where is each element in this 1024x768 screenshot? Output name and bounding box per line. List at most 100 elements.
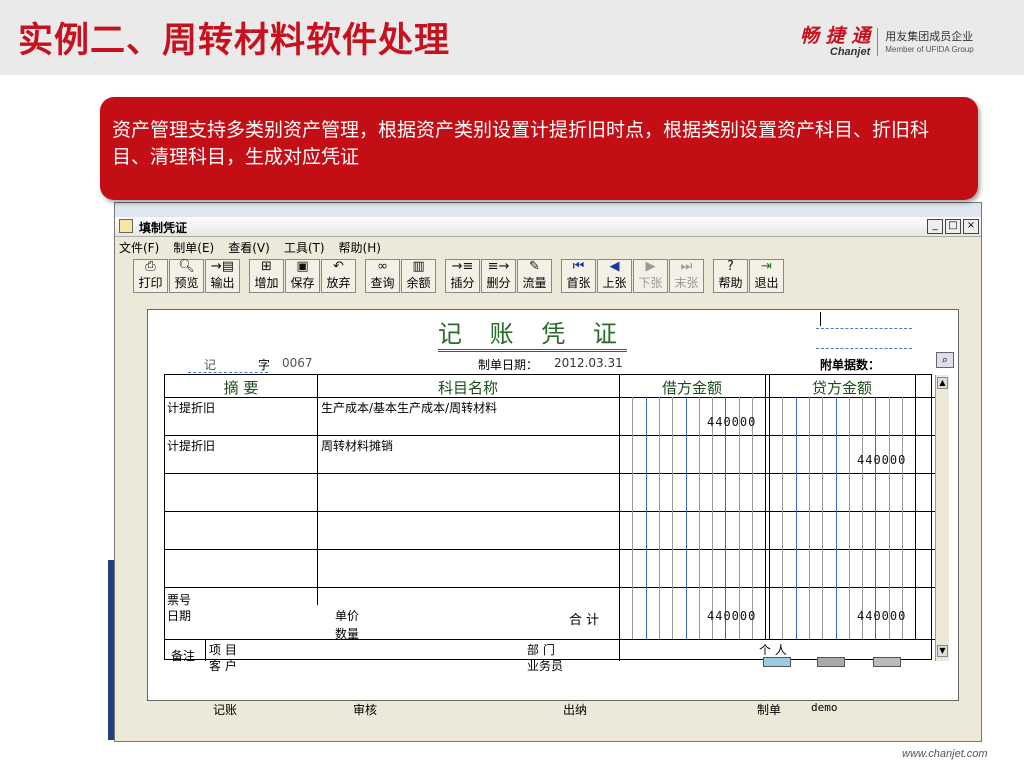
close-button[interactable]: × <box>963 219 979 234</box>
attach-label: 附单据数： <box>820 358 881 372</box>
logo-divider <box>877 28 879 56</box>
digit-line <box>645 397 647 639</box>
row1-debit[interactable]: 440000 <box>707 415 756 429</box>
next-record-icon: ▶ <box>645 259 656 274</box>
col-credit: 贷方金额 <box>811 379 872 397</box>
unit-price-label: 单价 <box>335 609 360 623</box>
menu-edit[interactable]: 制单(E) <box>173 239 214 257</box>
menu-tools[interactable]: 工具(T) <box>284 239 325 257</box>
help-button[interactable]: ? 帮助 <box>713 259 748 293</box>
query-label: 查询 <box>370 276 395 290</box>
row1-summary[interactable]: 计提折旧 <box>167 399 215 416</box>
logo-group-en: Member of UFIDA Group <box>885 45 974 54</box>
print-button[interactable]: ⎙ 打印 <box>133 259 168 293</box>
logo-cn: 畅 捷 通 <box>800 25 871 47</box>
scroll-down-arrow[interactable]: ▼ <box>937 645 948 657</box>
scroll-up-arrow[interactable]: ▲ <box>937 377 948 389</box>
prev-record-icon: ◀ <box>609 259 620 274</box>
quantity-label: 数量 <box>335 627 360 641</box>
digit-line <box>888 397 890 639</box>
minimize-button[interactable]: _ <box>927 219 943 234</box>
export-label: 输出 <box>210 276 235 290</box>
exit-icon: ⇥ <box>761 259 772 274</box>
project-label: 项 目 <box>209 643 237 657</box>
digit-line <box>712 397 714 639</box>
logo-en: Chanjet <box>829 46 871 58</box>
search-icon[interactable]: ⌕ <box>936 352 954 368</box>
menu-help[interactable]: 帮助(H) <box>339 239 381 257</box>
prev-button[interactable]: ◀ 上张 <box>597 259 632 293</box>
background-window-strip <box>115 203 981 217</box>
id-card-icon[interactable] <box>817 657 845 667</box>
save-label: 保存 <box>290 276 315 290</box>
delete-row-icon: ≡→ <box>487 259 510 274</box>
first-record-icon: ⏮ <box>572 259 585 274</box>
footer-url: www.chanjet.com <box>902 748 988 760</box>
digit-line <box>738 397 740 639</box>
flow-button[interactable]: ✎ 流量 <box>517 259 552 293</box>
row2-credit[interactable]: 440000 <box>857 453 906 467</box>
voucher-date[interactable]: 2012.03.31 <box>554 356 623 370</box>
digit-line <box>752 397 753 639</box>
chanjet-logo: 畅 捷 通 Chanjet 用友集团成员企业 Member of UFIDA G… <box>800 24 974 60</box>
signature-bar: 记账 审核 出纳 制单 demo <box>175 701 935 717</box>
reference-field[interactable] <box>816 328 912 329</box>
first-label: 首张 <box>566 276 591 290</box>
next-button[interactable]: ▶ 下张 <box>633 259 668 293</box>
digit-line <box>782 397 784 639</box>
post-label: 记账 <box>213 703 238 717</box>
row2-summary[interactable]: 计提折旧 <box>167 437 215 454</box>
row1-account[interactable]: 生产成本/基本生产成本/周转材料 <box>321 399 497 416</box>
digit-line <box>848 397 850 639</box>
slide-header: 实例二、周转材料软件处理 畅 捷 通 Chanjet 用友集团成员企业 Memb… <box>0 0 1024 75</box>
reference-field-2[interactable] <box>816 348 912 349</box>
row2-account[interactable]: 周转材料摊销 <box>321 437 393 454</box>
export-button[interactable]: →▤ 输出 <box>205 259 240 293</box>
col-account: 科目名称 <box>437 379 498 397</box>
add-button[interactable]: ⊞ 增加 <box>249 259 284 293</box>
person-card-icon[interactable] <box>763 657 791 667</box>
maker-label: 制单 <box>757 703 782 717</box>
save-button[interactable]: ▣ 保存 <box>285 259 320 293</box>
menu-view[interactable]: 查看(V) <box>228 239 270 257</box>
dept-label: 部 门 <box>527 643 555 657</box>
balance-label: 余额 <box>406 276 431 290</box>
menu-file[interactable]: 文件(F) <box>119 239 159 257</box>
last-button[interactable]: ⏭ 末张 <box>669 259 704 293</box>
save-icon: ▣ <box>296 259 309 274</box>
maximize-button[interactable]: □ <box>945 219 961 234</box>
calculator-icon[interactable] <box>873 657 901 667</box>
digit-line <box>725 397 727 639</box>
preview-button[interactable]: 🔍︎ 预览 <box>169 259 204 293</box>
insert-row-button[interactable]: →≡ 插分 <box>445 259 480 293</box>
window-titlebar[interactable]: 填制凭证 _ □ × <box>115 217 981 237</box>
digit-line <box>835 397 837 639</box>
exit-button[interactable]: ⇥ 退出 <box>749 259 784 293</box>
voucher-zi: 字 <box>258 358 271 372</box>
text-cursor <box>820 312 821 326</box>
query-button[interactable]: ∞ 查询 <box>365 259 400 293</box>
voucher-scrollbar[interactable]: ▲ ▼ <box>935 375 949 661</box>
help-icon: ? <box>727 259 734 274</box>
undo-icon: ↶ <box>333 259 344 274</box>
total-debit: 440000 <box>707 609 757 623</box>
add-label: 增加 <box>254 276 279 290</box>
exit-label: 退出 <box>754 276 779 290</box>
digit-line <box>795 397 797 639</box>
customer-label: 客 户 <box>209 659 237 673</box>
total-credit: 440000 <box>857 609 907 623</box>
balance-button[interactable]: ▥ 余额 <box>401 259 436 293</box>
date-row-label: 日期 <box>167 609 192 623</box>
delete-row-button[interactable]: ≡→ 删分 <box>481 259 516 293</box>
first-button[interactable]: ⏮ 首张 <box>561 259 596 293</box>
discard-button[interactable]: ↶ 放弃 <box>321 259 356 293</box>
voucher-type[interactable]: 记 <box>204 356 216 373</box>
flow-icon: ✎ <box>529 259 540 274</box>
discard-label: 放弃 <box>326 276 351 290</box>
person-label: 个 人 <box>759 643 787 657</box>
digit-line <box>862 397 864 639</box>
prev-label: 上张 <box>602 276 627 290</box>
voucher-number[interactable]: 0067 <box>282 356 313 370</box>
menu-bar: 文件(F) 制单(E) 查看(V) 工具(T) 帮助(H) <box>119 239 381 257</box>
next-label: 下张 <box>638 276 663 290</box>
